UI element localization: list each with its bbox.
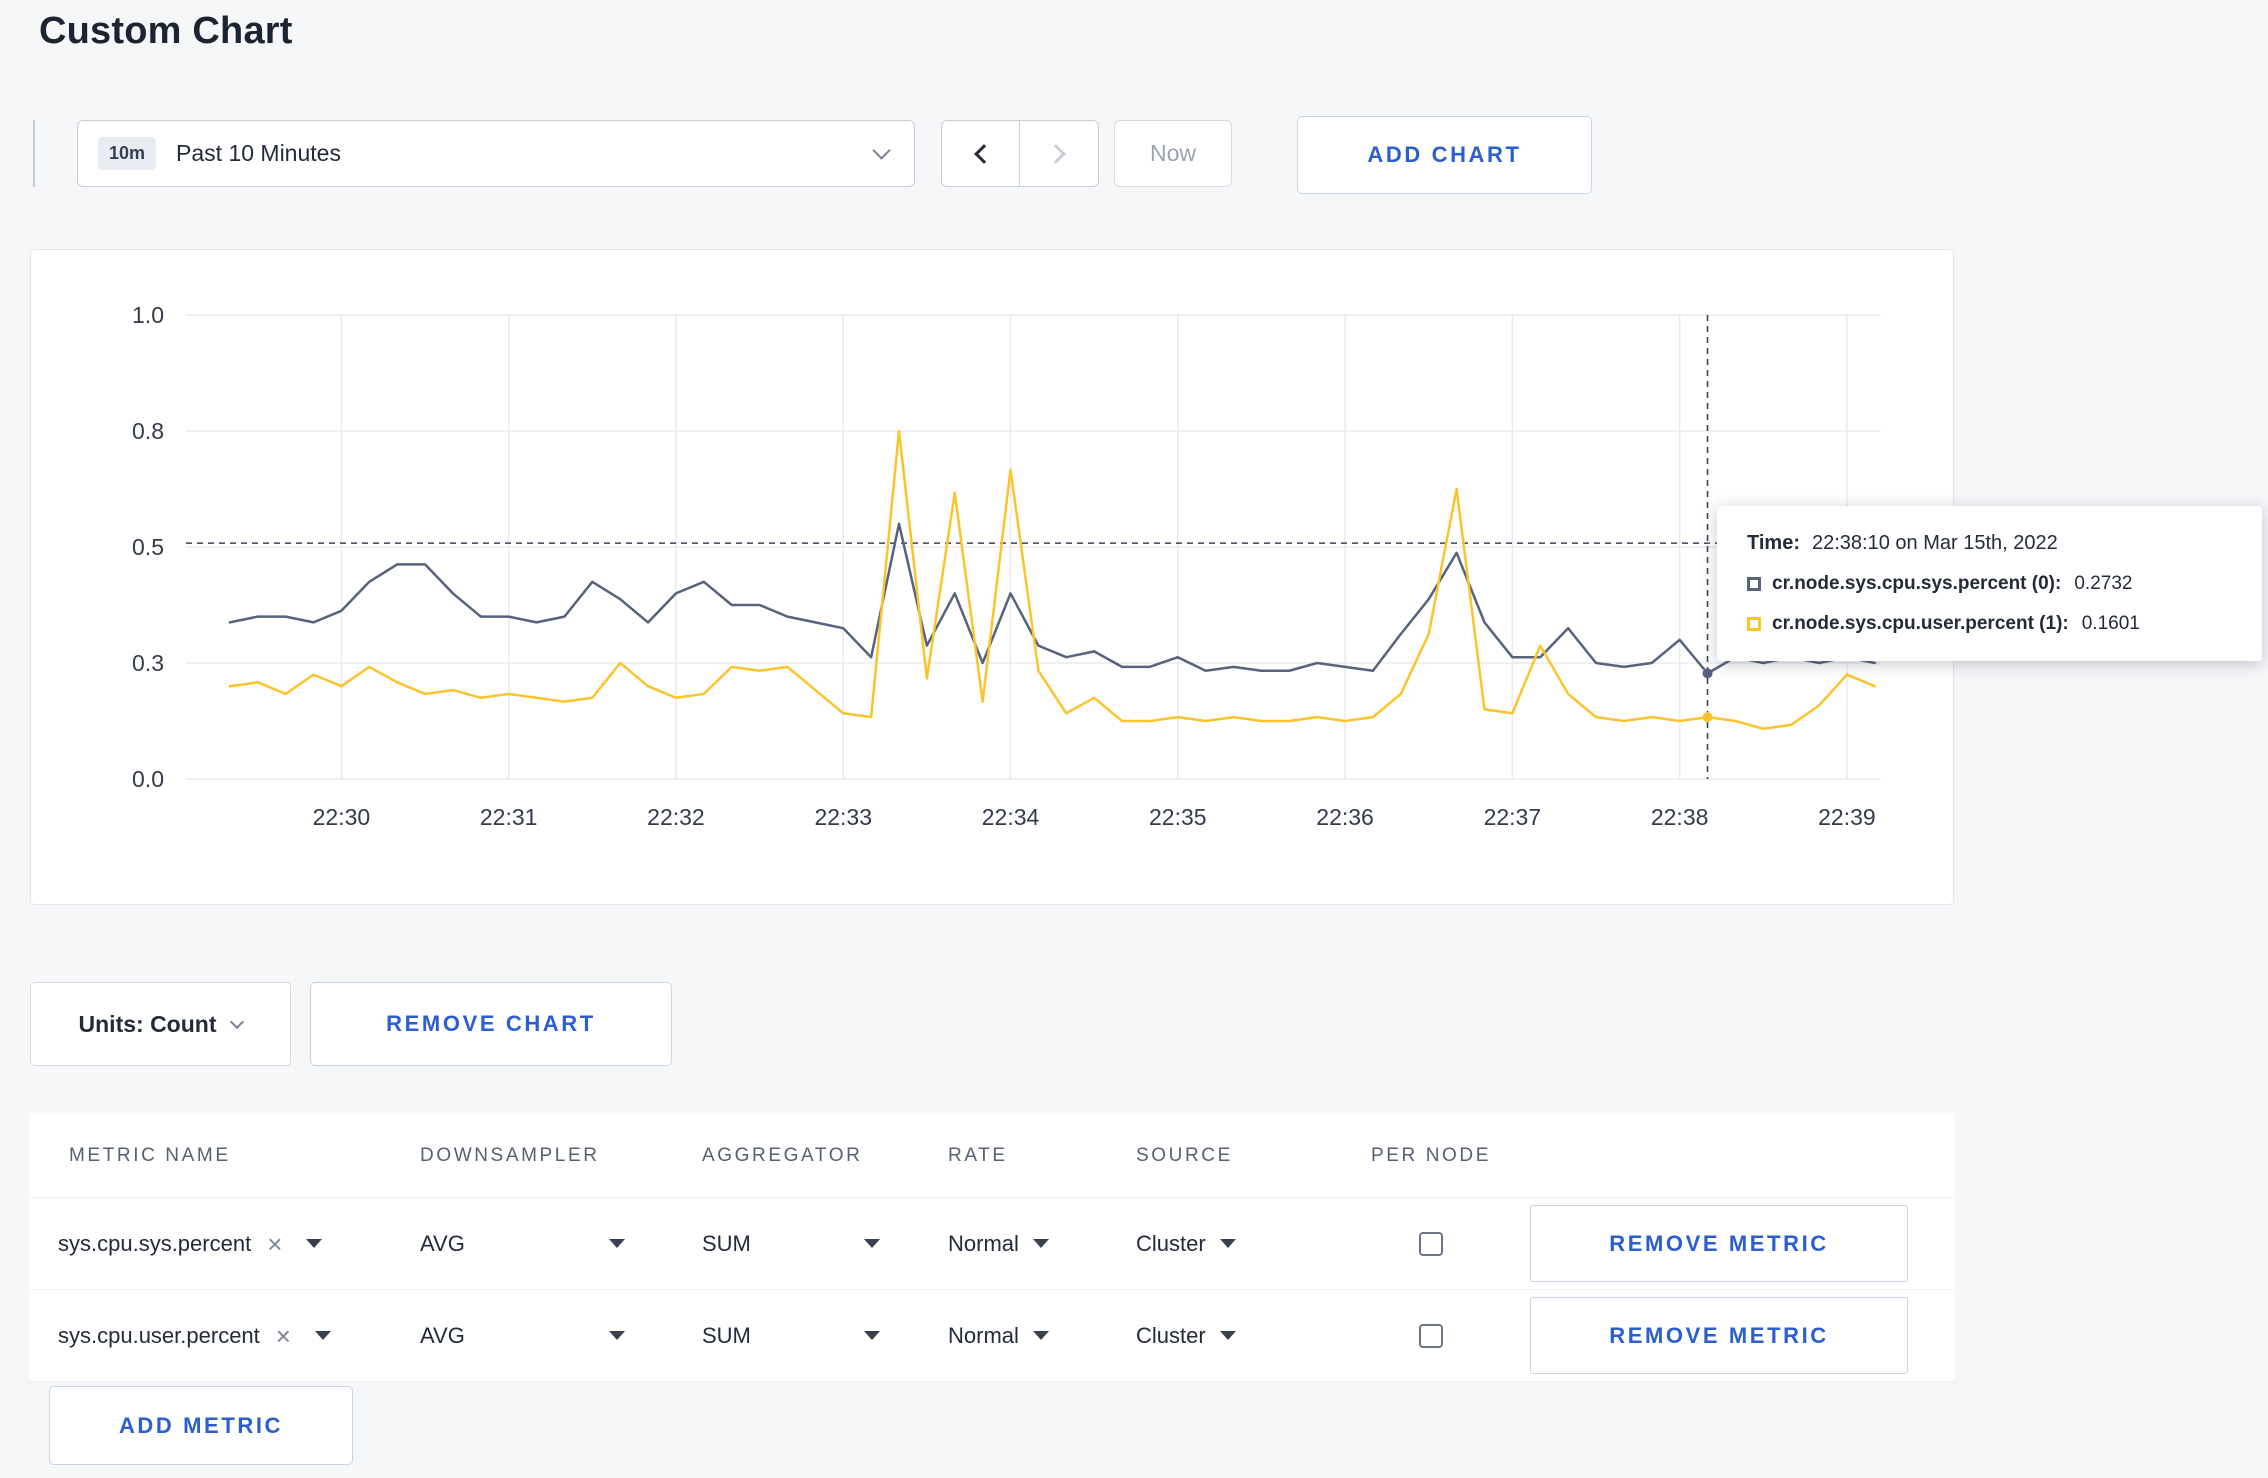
y-tick-label: 0.0 [132, 766, 164, 792]
metrics-table: METRIC NAME DOWNSAMPLER AGGREGATOR RATE … [30, 1114, 1954, 1382]
metric-name-select[interactable]: sys.cpu.user.percent × [58, 1323, 331, 1349]
x-tick-label: 22:38 [1651, 804, 1709, 830]
page-title: Custom Chart [39, 10, 293, 52]
toolbar-left-divider [33, 120, 35, 187]
rate-value: Normal [948, 1322, 1019, 1348]
header-metric-name: METRIC NAME [69, 1144, 231, 1166]
caret-down-icon [1219, 1239, 1236, 1248]
header-rate: RATE [948, 1144, 1008, 1166]
chevron-right-icon [1046, 143, 1066, 164]
downsampler-select[interactable]: AVG [420, 1323, 625, 1349]
rate-select[interactable]: Normal [948, 1323, 1136, 1349]
caret-down-icon [864, 1239, 880, 1248]
remove-chart-button[interactable]: REMOVE CHART [310, 982, 672, 1066]
chevron-down-icon [872, 141, 891, 160]
time-forward-button[interactable] [1020, 120, 1099, 187]
units-dropdown[interactable]: Units: Count [30, 982, 291, 1066]
tooltip-time-label: Time: [1747, 532, 1800, 554]
time-range-badge: 10m [98, 137, 157, 170]
tooltip-series-name: cr.node.sys.cpu.user.percent (1): [1772, 613, 2069, 634]
x-tick-label: 22:30 [313, 804, 371, 830]
y-tick-label: 0.8 [132, 418, 164, 444]
x-tick-label: 22:36 [1316, 804, 1374, 830]
chevron-down-icon [230, 1014, 245, 1029]
series-line [228, 429, 1877, 730]
caret-down-icon [314, 1331, 331, 1340]
add-chart-button[interactable]: ADD CHART [1297, 116, 1592, 194]
now-button[interactable]: Now [1114, 120, 1232, 187]
tooltip-time-value: 22:38:10 on Mar 15th, 2022 [1811, 532, 2058, 554]
time-range-label: Past 10 Minutes [176, 140, 341, 166]
downsampler-value: AVG [420, 1230, 465, 1256]
remove-metric-button[interactable]: REMOVE METRIC [1530, 1205, 1908, 1282]
metric-row: sys.cpu.user.percent × AVG SUM Normal Cl… [30, 1290, 1954, 1382]
y-tick-label: 0.5 [132, 534, 164, 560]
time-back-button[interactable] [941, 120, 1020, 187]
series-sys-swatch-icon [1747, 577, 1761, 591]
remove-metric-button[interactable]: REMOVE METRIC [1530, 1297, 1908, 1374]
x-tick-label: 22:37 [1484, 804, 1542, 830]
crosshair-dot [1702, 712, 1713, 723]
time-range-dropdown[interactable]: 10m Past 10 Minutes [77, 120, 915, 187]
header-source: SOURCE [1136, 1144, 1233, 1166]
x-tick-label: 22:31 [480, 804, 538, 830]
aggregator-select[interactable]: SUM [702, 1323, 880, 1349]
metric-row: sys.cpu.sys.percent × AVG SUM Normal Clu… [30, 1198, 1954, 1290]
y-tick-label: 0.3 [132, 650, 164, 676]
chart-tooltip: Time: 22:38:10 on Mar 15th, 2022 cr.node.… [1717, 506, 2262, 661]
tooltip-time: Time: 22:38:10 on Mar 15th, 2022 [1747, 532, 2232, 555]
rate-select[interactable]: Normal [948, 1231, 1136, 1257]
x-tick-label: 22:39 [1818, 804, 1876, 830]
chevron-left-icon [973, 143, 994, 164]
header-downsampler: DOWNSAMPLER [420, 1144, 600, 1166]
time-nav-arrows [941, 120, 1099, 187]
add-metric-button[interactable]: ADD METRIC [49, 1386, 353, 1465]
aggregator-select[interactable]: SUM [702, 1231, 880, 1257]
crosshair-dot [1702, 668, 1713, 679]
source-value: Cluster [1136, 1230, 1206, 1256]
tooltip-series-value: 0.2732 [2074, 573, 2133, 594]
metrics-table-header: METRIC NAME DOWNSAMPLER AGGREGATOR RATE … [30, 1114, 1954, 1198]
source-value: Cluster [1136, 1322, 1206, 1348]
downsampler-value: AVG [420, 1322, 465, 1348]
x-tick-label: 22:33 [814, 804, 872, 830]
per-node-checkbox[interactable] [1419, 1231, 1443, 1256]
x-tick-label: 22:32 [647, 804, 705, 830]
header-aggregator: AGGREGATOR [702, 1144, 863, 1166]
downsampler-select[interactable]: AVG [420, 1231, 625, 1257]
series-user-swatch-icon [1747, 617, 1761, 631]
tooltip-series-value: 0.1601 [2081, 613, 2140, 634]
source-select[interactable]: Cluster [1136, 1231, 1332, 1257]
caret-down-icon [1032, 1239, 1049, 1248]
clear-metric-icon[interactable]: × [267, 1231, 282, 1257]
tooltip-series-row: cr.node.sys.cpu.user.percent (1): 0.1601 [1747, 613, 2232, 635]
clear-metric-icon[interactable]: × [276, 1323, 291, 1349]
header-per-node: PER NODE [1370, 1144, 1492, 1166]
chart-card: 0.0 0.3 0.5 0.8 1.0 22:30 22:31 22:32 22:33 22:34… [30, 249, 1954, 905]
caret-down-icon [1219, 1331, 1236, 1340]
chart-svg[interactable]: 0.0 0.3 0.5 0.8 1.0 22:30 22:31 22:32 22:33 22:34… [31, 250, 1955, 906]
y-tick-label: 1.0 [132, 302, 164, 328]
x-tick-label: 22:34 [982, 804, 1040, 830]
source-select[interactable]: Cluster [1136, 1323, 1332, 1349]
per-node-checkbox[interactable] [1419, 1323, 1443, 1348]
metric-name-value: sys.cpu.sys.percent [58, 1230, 252, 1256]
caret-down-icon [1032, 1331, 1049, 1340]
rate-value: Normal [948, 1230, 1019, 1256]
tooltip-series-name: cr.node.sys.cpu.sys.percent (0): [1772, 573, 2062, 594]
caret-down-icon [864, 1331, 880, 1340]
caret-down-icon [609, 1239, 625, 1248]
aggregator-value: SUM [702, 1230, 751, 1256]
caret-down-icon [609, 1331, 625, 1340]
units-label: Units: Count [78, 1010, 217, 1037]
metric-name-select[interactable]: sys.cpu.sys.percent × [58, 1230, 323, 1257]
metric-name-value: sys.cpu.user.percent [58, 1322, 260, 1348]
tooltip-series-row: cr.node.sys.cpu.sys.percent (0): 0.2732 [1747, 573, 2232, 595]
series-line [228, 522, 1877, 675]
custom-chart-page: Custom Chart 10m Past 10 Minutes Now ADD… [0, 0, 2268, 1478]
aggregator-value: SUM [702, 1322, 751, 1348]
caret-down-icon [306, 1239, 323, 1248]
x-tick-label: 22:35 [1149, 804, 1207, 830]
